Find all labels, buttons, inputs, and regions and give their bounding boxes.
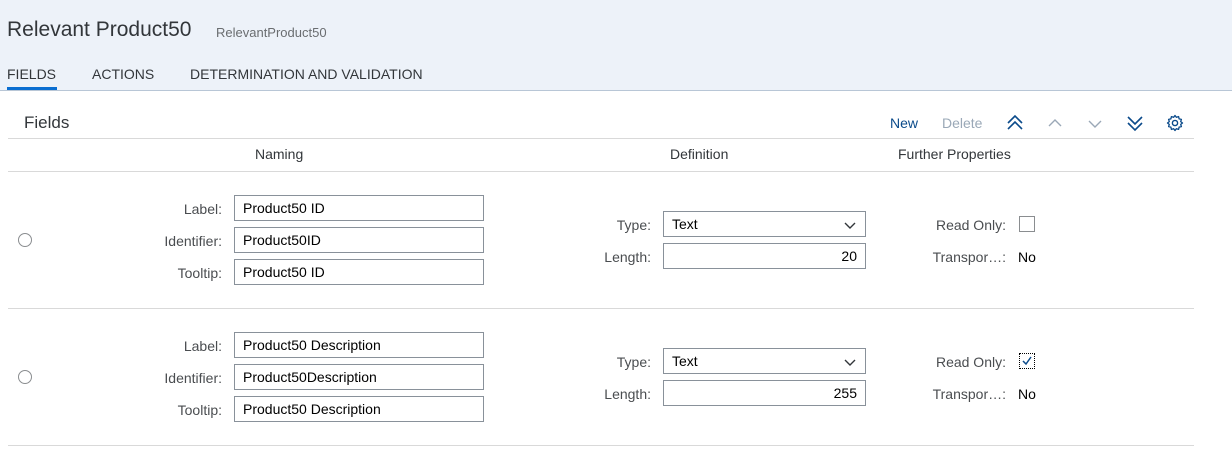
label-label: Label: [183, 201, 222, 217]
transport-value: No [1018, 249, 1036, 265]
checkmark-icon [1022, 356, 1032, 366]
length-label: Length: [604, 386, 651, 402]
type-select-value: Text [672, 353, 698, 369]
read-only-label: Read Only: [935, 354, 1006, 370]
move-to-bottom-icon[interactable] [1125, 113, 1145, 133]
label-label: Label: [183, 338, 222, 354]
header-divider [0, 90, 1232, 91]
tooltip-label: Tooltip: [177, 402, 222, 418]
object-header: Relevant Product50 RelevantProduct50 FIE… [0, 0, 1232, 91]
table-row: Label: Product50 Description Identifier:… [8, 309, 1194, 446]
label-input[interactable]: Product50 Description [234, 332, 484, 358]
column-header-further-properties: Further Properties [898, 146, 1011, 162]
type-select[interactable]: Text [663, 211, 866, 237]
transport-label: Transpor…: [932, 386, 1006, 402]
tab-fields[interactable]: FIELDS [7, 66, 56, 82]
type-select[interactable]: Text [663, 348, 866, 374]
settings-icon[interactable] [1165, 113, 1185, 133]
row-select-radio[interactable] [18, 370, 32, 384]
row-select-radio[interactable] [18, 233, 32, 247]
section-title: Fields [24, 113, 70, 132]
move-down-icon[interactable] [1085, 113, 1105, 133]
length-label: Length: [604, 249, 651, 265]
page-subtitle: RelevantProduct50 [216, 25, 327, 40]
column-header-naming: Naming [255, 146, 304, 162]
read-only-checkbox[interactable] [1019, 353, 1035, 369]
label-input[interactable]: Product50 ID [234, 195, 484, 221]
table-top-divider [8, 138, 1194, 139]
delete-button[interactable]: Delete [942, 115, 982, 131]
type-label: Type: [616, 354, 651, 370]
type-select-value: Text [672, 216, 698, 232]
transport-value: No [1018, 386, 1036, 402]
length-input[interactable]: 20 [663, 243, 866, 269]
tooltip-label: Tooltip: [177, 265, 222, 281]
tooltip-input[interactable]: Product50 Description [234, 396, 484, 422]
page-title: Relevant Product50 [7, 18, 192, 41]
new-button[interactable]: New [890, 115, 918, 131]
tab-determination-and-validation[interactable]: DETERMINATION AND VALIDATION [190, 66, 423, 82]
chevron-down-icon [844, 359, 856, 366]
table-row: Label: Product50 ID Identifier: Product5… [8, 172, 1194, 309]
identifier-input[interactable]: Product50ID [234, 227, 484, 253]
type-label: Type: [616, 217, 651, 233]
tooltip-input[interactable]: Product50 ID [234, 259, 484, 285]
move-up-icon[interactable] [1045, 113, 1065, 133]
length-input[interactable]: 255 [663, 380, 866, 406]
read-only-label: Read Only: [935, 217, 1006, 233]
column-header-definition: Definition [670, 146, 729, 162]
read-only-checkbox[interactable] [1019, 216, 1035, 232]
transport-label: Transpor…: [932, 249, 1006, 265]
identifier-input[interactable]: Product50Description [234, 364, 484, 390]
chevron-down-icon [844, 222, 856, 229]
identifier-label: Identifier: [164, 370, 222, 386]
move-to-top-icon[interactable] [1005, 113, 1025, 133]
identifier-label: Identifier: [164, 233, 222, 249]
tab-actions[interactable]: ACTIONS [92, 66, 154, 82]
